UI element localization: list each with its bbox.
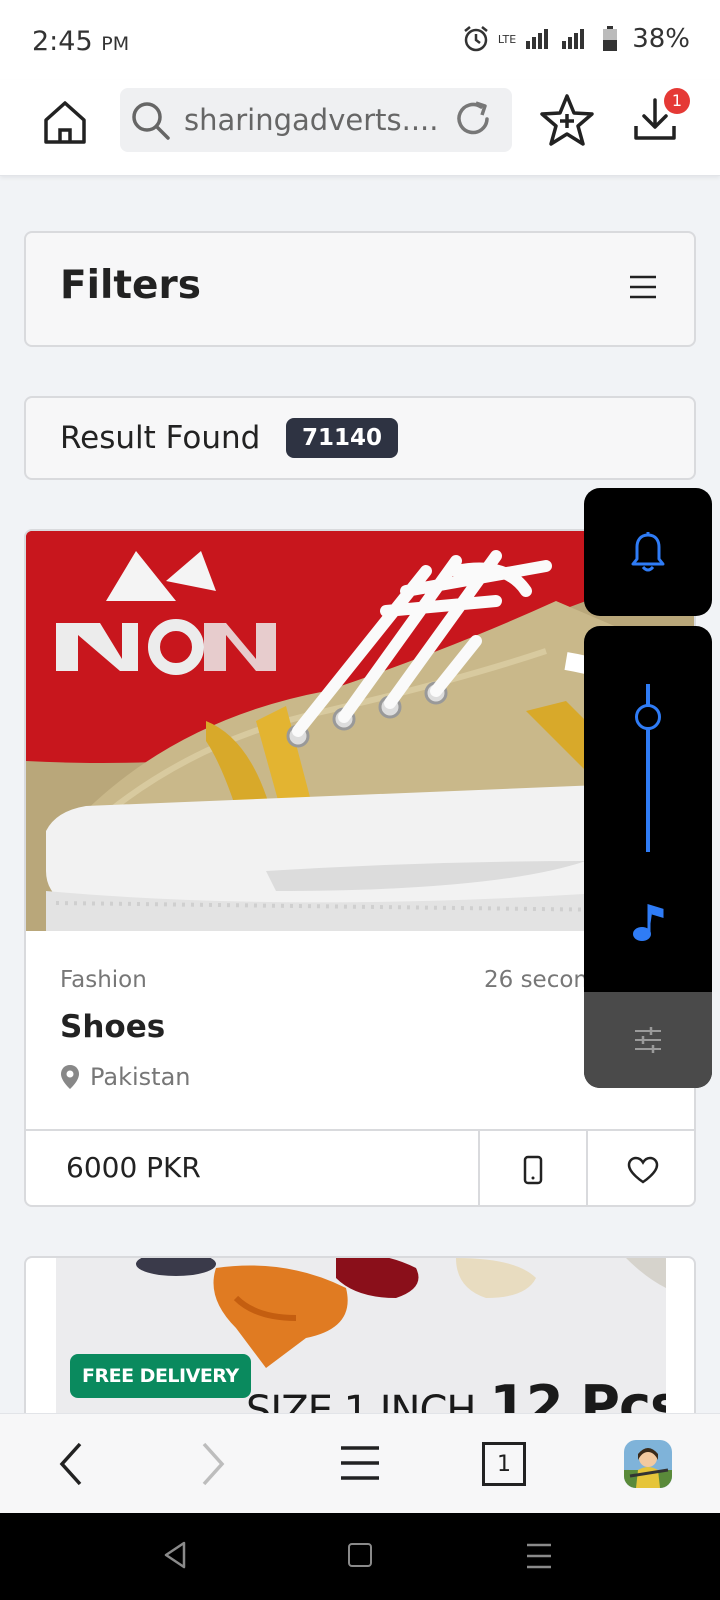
listing-location: Pakistan (60, 1063, 191, 1091)
url-bar[interactable]: sharingadverts.... (120, 88, 512, 152)
alarm-icon (464, 26, 488, 52)
call-button[interactable] (478, 1131, 586, 1205)
triangle-back-icon (164, 1541, 186, 1569)
url-text[interactable]: sharingadverts.... (184, 103, 436, 137)
battery-icon (603, 26, 618, 51)
listing-footer: 6000 PKR (26, 1129, 694, 1205)
music-note-icon (633, 903, 664, 941)
status-bar: 2:45 PM LTE 38% (0, 0, 720, 80)
back-button[interactable] (56, 1442, 86, 1490)
favorite-button[interactable] (586, 1131, 694, 1205)
main-menu-button[interactable] (340, 1446, 380, 1484)
system-home-button[interactable] (348, 1543, 372, 1567)
avatar[interactable] (624, 1440, 672, 1488)
result-count-badge: 71140 (286, 418, 399, 458)
sound-settings-button[interactable] (584, 992, 712, 1088)
tabs-button[interactable]: 1 (482, 1442, 526, 1486)
reload-button[interactable] (452, 98, 494, 144)
bell-icon (631, 532, 665, 572)
network-type: LTE (497, 32, 517, 46)
listing-category: Fashion (60, 967, 147, 993)
heart-icon (627, 1156, 659, 1184)
home-button[interactable] (40, 98, 90, 148)
bookmark-button[interactable] (538, 92, 596, 154)
chevron-right-icon (202, 1442, 225, 1486)
recents-icon (527, 1543, 551, 1569)
status-icons: LTE 38% (462, 24, 690, 54)
system-back-button[interactable] (162, 1541, 188, 1573)
volume-slider-handle[interactable] (635, 704, 661, 730)
download-badge: 1 (664, 88, 690, 114)
signal-icon (526, 29, 585, 49)
free-delivery-badge: FREE DELIVERY (70, 1354, 251, 1398)
browser-bottom-nav: 1 (0, 1413, 720, 1513)
filters-menu-button[interactable] (628, 275, 658, 303)
notification-toggle[interactable] (584, 488, 712, 616)
listing-price: 6000 PKR (66, 1151, 201, 1184)
reload-icon (457, 101, 489, 135)
volume-panel (584, 626, 712, 1088)
download-button[interactable]: 1 (630, 88, 690, 150)
size-caption: SIZE 1 INCH (246, 1388, 476, 1416)
battery-percent: 38% (632, 24, 690, 54)
system-nav-bar (0, 1513, 720, 1600)
listing-title[interactable]: Shoes (60, 1009, 165, 1045)
browser-toolbar: sharingadverts.... 1 (0, 80, 720, 176)
home-icon (44, 101, 86, 144)
listing-card[interactable]: SIZE 1 INCH 12 Pcs FREE DELIVERY (24, 1256, 696, 1416)
system-recents-button[interactable] (526, 1543, 552, 1573)
result-label: Result Found (60, 420, 261, 456)
forward-button[interactable] (198, 1442, 228, 1490)
status-time: 2:45 PM (32, 26, 130, 57)
hamburger-icon (341, 1446, 379, 1480)
filters-title: Filters (60, 263, 201, 308)
listing-time: 26 secon (484, 967, 589, 993)
filters-panel[interactable]: Filters (24, 231, 696, 347)
hamburger-icon (630, 275, 656, 299)
location-text: Pakistan (90, 1063, 191, 1091)
result-summary: Result Found 71140 (24, 396, 696, 480)
phone-icon (523, 1155, 543, 1185)
pcs-caption: 12 Pcs (489, 1374, 666, 1416)
chevron-left-icon (59, 1442, 82, 1486)
star-plus-icon (540, 94, 594, 146)
equalizer-icon (635, 1027, 661, 1053)
location-pin-icon (61, 1065, 79, 1089)
search-icon (132, 102, 170, 140)
product-caption: SIZE 1 INCH 12 Pcs (246, 1374, 666, 1416)
avatar-image (624, 1440, 672, 1488)
